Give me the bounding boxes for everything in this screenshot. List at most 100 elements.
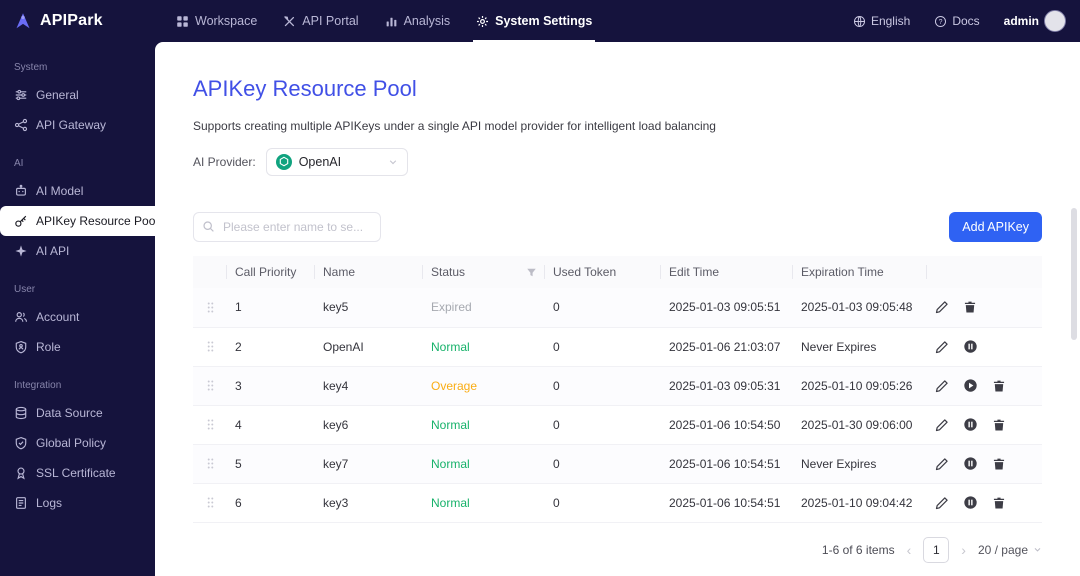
ai-provider-select[interactable]: OpenAI (266, 148, 408, 176)
table-row: 6 key3 Normal 0 2025-01-06 10:54:51 2025… (193, 483, 1042, 522)
drag-handle-icon[interactable] (193, 366, 227, 405)
column-call-priority: Call Priority (227, 256, 315, 288)
status-badge: Normal (431, 418, 470, 432)
pause-icon[interactable] (963, 417, 978, 432)
drag-handle-icon[interactable] (193, 483, 227, 522)
cell-used-token: 0 (545, 366, 661, 405)
sidebar-item-global-policy[interactable]: Global Policy (0, 428, 155, 458)
prev-page-icon[interactable]: ‹ (907, 543, 912, 557)
sidebar-item-ssl-certificate[interactable]: SSL Certificate (0, 458, 155, 488)
page-size-select[interactable]: 20 / page (978, 543, 1042, 557)
sidebar-item-label: AI Model (36, 184, 83, 198)
apipark-logo-icon (13, 11, 33, 31)
column-used-token: Used Token (545, 256, 661, 288)
cell-edit-time: 2025-01-03 09:05:31 (661, 366, 793, 405)
sparkle-icon (14, 244, 28, 258)
search-box (193, 212, 381, 242)
add-apikey-button[interactable]: Add APIKey (949, 212, 1042, 242)
edit-icon[interactable] (935, 300, 949, 314)
pause-icon[interactable] (963, 456, 978, 471)
cell-priority: 2 (227, 327, 315, 366)
cell-name: key7 (315, 444, 423, 483)
delete-icon[interactable] (963, 300, 977, 314)
cell-edit-time: 2025-01-03 09:05:51 (661, 288, 793, 327)
docs-label: Docs (952, 14, 979, 28)
users-icon (14, 310, 28, 324)
sidebar-item-ai-model[interactable]: AI Model (0, 176, 155, 206)
status-badge: Normal (431, 457, 470, 471)
drag-handle-icon[interactable] (193, 405, 227, 444)
cell-edit-time: 2025-01-06 21:03:07 (661, 327, 793, 366)
user-menu[interactable]: admin (1004, 10, 1066, 32)
delete-icon[interactable] (992, 496, 1006, 510)
sidebar-item-ai-api[interactable]: AI API (0, 236, 155, 266)
gateway-icon (14, 118, 28, 132)
cell-used-token: 0 (545, 288, 661, 327)
play-icon[interactable] (963, 378, 978, 393)
cell-name: key5 (315, 288, 423, 327)
drag-handle-icon[interactable] (193, 327, 227, 366)
search-icon (202, 220, 215, 233)
filter-funnel-icon[interactable] (526, 267, 537, 278)
cell-edit-time: 2025-01-06 10:54:51 (661, 483, 793, 522)
edit-icon[interactable] (935, 418, 949, 432)
ai-provider-label: AI Provider: (193, 155, 256, 169)
edit-icon[interactable] (935, 496, 949, 510)
language-switch[interactable]: English (853, 14, 910, 28)
cell-used-token: 0 (545, 405, 661, 444)
edit-icon[interactable] (935, 340, 949, 354)
sidebar-item-role[interactable]: Role (0, 332, 155, 362)
status-badge: Overage (431, 379, 477, 393)
column-drag-handle (193, 256, 227, 288)
delete-icon[interactable] (992, 379, 1006, 393)
cell-name: OpenAI (315, 327, 423, 366)
sidebar-item-logs[interactable]: Logs (0, 488, 155, 518)
sidebar-item-api-gateway[interactable]: API Gateway (0, 110, 155, 140)
column-edit-time: Edit Time (661, 256, 793, 288)
nav-system-settings[interactable]: System Settings (463, 0, 605, 42)
page-number[interactable]: 1 (923, 537, 949, 563)
sidebar-item-general[interactable]: General (0, 80, 155, 110)
app-logo: APIPark (0, 0, 155, 42)
cell-name: key4 (315, 366, 423, 405)
chevron-down-icon (1033, 545, 1042, 554)
scrollbar-thumb[interactable] (1071, 208, 1077, 340)
sidebar-item-label: API Gateway (36, 118, 106, 132)
sidebar-item-account[interactable]: Account (0, 302, 155, 332)
nav-analysis[interactable]: Analysis (372, 0, 464, 42)
globe-icon (853, 15, 866, 28)
pagination: 1-6 of 6 items ‹ 1 › 20 / page (193, 537, 1042, 563)
drag-handle-icon[interactable] (193, 444, 227, 483)
sidebar-item-label: Role (36, 340, 61, 354)
docs-link[interactable]: ? Docs (934, 14, 979, 28)
sidebar-item-data-source[interactable]: Data Source (0, 398, 155, 428)
next-page-icon[interactable]: › (961, 543, 966, 557)
page-title: APIKey Resource Pool (193, 76, 1042, 102)
delete-icon[interactable] (992, 457, 1006, 471)
apikey-table: Call Priority Name Status Used Token Edi… (193, 256, 1042, 523)
username: admin (1004, 14, 1039, 28)
sidebar-item-label: SSL Certificate (36, 466, 116, 480)
cell-expiration: 2025-01-03 09:05:48 (793, 288, 927, 327)
cell-priority: 6 (227, 483, 315, 522)
edit-icon[interactable] (935, 457, 949, 471)
status-badge: Normal (431, 340, 470, 354)
nav-workspace[interactable]: Workspace (163, 0, 270, 42)
nav-label: Workspace (195, 14, 257, 28)
cell-used-token: 0 (545, 483, 661, 522)
search-input[interactable] (193, 212, 381, 242)
language-label: English (871, 14, 910, 28)
cell-expiration: 2025-01-10 09:04:42 (793, 483, 927, 522)
status-badge: Normal (431, 496, 470, 510)
nav-api-portal[interactable]: API Portal (270, 0, 371, 42)
drag-handle-icon[interactable] (193, 288, 227, 327)
delete-icon[interactable] (992, 418, 1006, 432)
question-circle-icon: ? (934, 15, 947, 28)
user-avatar[interactable] (1044, 10, 1066, 32)
pause-icon[interactable] (963, 495, 978, 510)
pause-icon[interactable] (963, 339, 978, 354)
table-header-row: Call Priority Name Status Used Token Edi… (193, 256, 1042, 288)
sidebar-item-apikey-resource-pool[interactable]: APIKey Resource Pool (0, 206, 155, 236)
table-row: 3 key4 Overage 0 2025-01-03 09:05:31 202… (193, 366, 1042, 405)
edit-icon[interactable] (935, 379, 949, 393)
